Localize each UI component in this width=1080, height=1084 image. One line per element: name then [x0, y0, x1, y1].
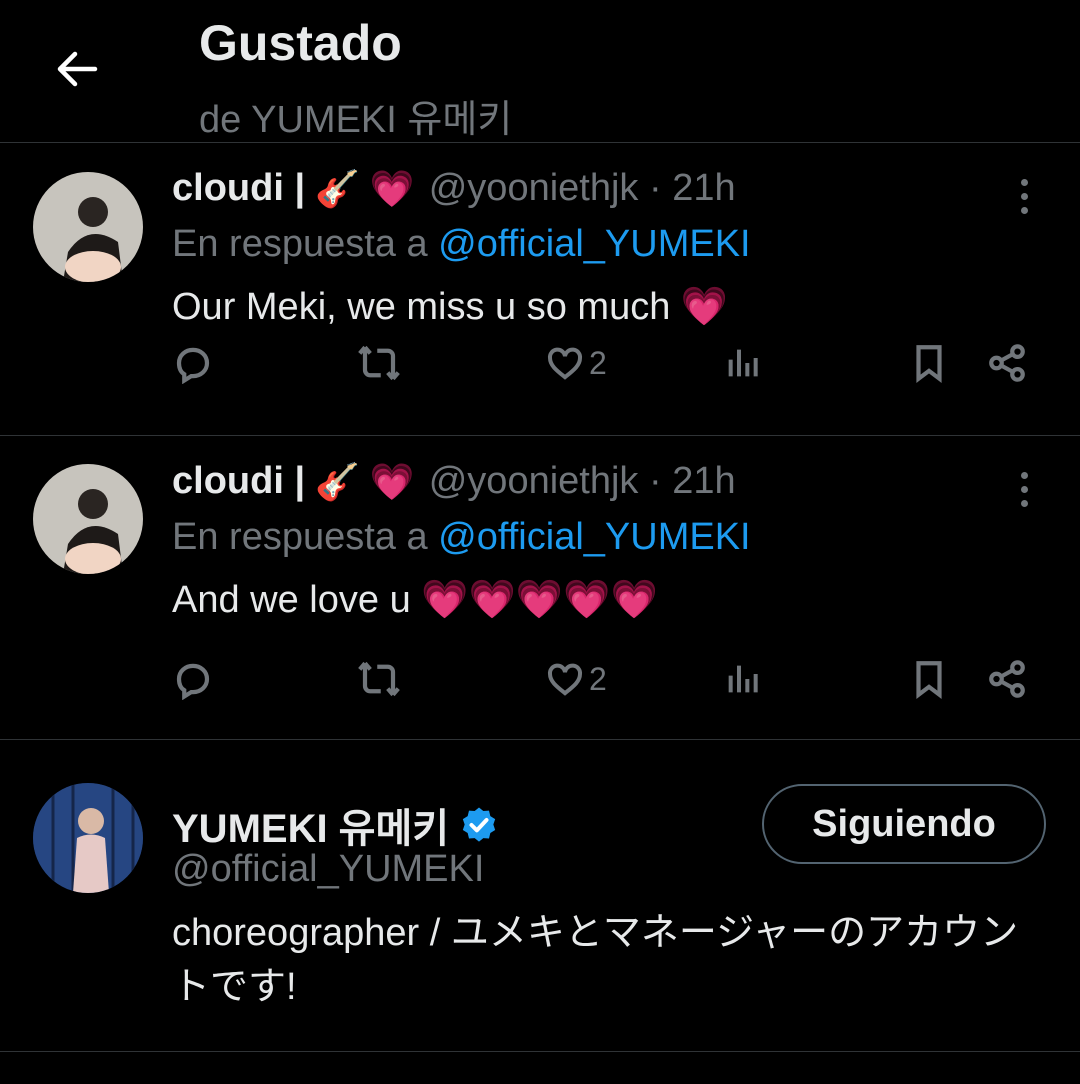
profile-avatar[interactable]: [33, 783, 143, 893]
retweet-button[interactable]: [356, 333, 402, 393]
page-title: Gustado: [199, 15, 402, 71]
avatar-image: [33, 464, 143, 574]
user-cell[interactable]: YUMEKI 유메키 @official_YUMEKI Siguiendo ch…: [0, 740, 1080, 1052]
share-button[interactable]: [986, 333, 1028, 393]
reply-mention-link[interactable]: @official_YUMEKI: [438, 516, 750, 558]
reply-icon: [176, 347, 210, 384]
bookmark-icon: [916, 345, 942, 383]
tweet[interactable]: cloudi | 🎸 💗 @yooniethjk · 21h En respue…: [0, 143, 1080, 436]
bookmark-icon: [916, 661, 942, 699]
reply-button[interactable]: [172, 333, 214, 393]
reply-mention-link[interactable]: @official_YUMEKI: [438, 223, 750, 265]
like-icon: [547, 347, 583, 380]
tweet-author-handle[interactable]: @yooniethjk · 21h: [429, 167, 736, 210]
tweet-author-handle[interactable]: @yooniethjk · 21h: [429, 460, 736, 503]
reply-context: En respuesta a @official_YUMEKI: [172, 516, 751, 559]
like-count: 2: [589, 660, 607, 697]
reply-context: En respuesta a @official_YUMEKI: [172, 223, 751, 266]
avatar[interactable]: [33, 172, 143, 282]
reply-button[interactable]: [172, 649, 214, 709]
like-button[interactable]: 2: [545, 649, 607, 709]
author-emojis: 🎸 💗: [315, 167, 415, 209]
like-icon: [547, 663, 583, 696]
more-icon[interactable]: [1004, 464, 1044, 514]
avatar[interactable]: [33, 464, 143, 574]
profile-handle[interactable]: @official_YUMEKI: [172, 848, 484, 891]
retweet-icon: [358, 661, 400, 697]
avatar-image: [33, 783, 143, 893]
like-count: 2: [589, 344, 607, 381]
reply-icon: [176, 663, 210, 700]
following-button[interactable]: Siguiendo: [762, 784, 1046, 864]
page-subtitle: de YUMEKI 유메키: [199, 99, 513, 141]
like-button[interactable]: 2: [545, 333, 607, 393]
profile-name-line: YUMEKI 유메키: [172, 796, 499, 854]
verified-badge-icon: [462, 807, 496, 842]
views-button[interactable]: [724, 333, 764, 393]
bookmark-button[interactable]: [908, 649, 950, 709]
page-header: Gustado de YUMEKI 유메키: [0, 0, 1080, 143]
tweet-text: And we love u 💗💗💗💗💗: [172, 579, 658, 621]
tweet-author-name[interactable]: cloudi |: [172, 460, 305, 503]
back-arrow-icon: [57, 51, 98, 87]
retweet-button[interactable]: [356, 649, 402, 709]
tweet[interactable]: cloudi | 🎸 💗 @yooniethjk · 21h En respue…: [0, 436, 1080, 740]
views-icon: [728, 349, 758, 377]
tweet-actions: 2: [0, 333, 1080, 393]
retweet-icon: [358, 345, 400, 381]
tweet-text: Our Meki, we miss u so much 💗: [172, 286, 729, 328]
avatar-image: [33, 172, 143, 282]
bookmark-button[interactable]: [908, 333, 950, 393]
profile-bio: choreographer / ユメキとマネージャーのアカウントです!: [172, 912, 1019, 1008]
more-icon[interactable]: [1004, 171, 1044, 221]
views-icon: [728, 665, 758, 693]
tweet-actions: 2: [0, 649, 1080, 709]
share-button[interactable]: [986, 649, 1028, 709]
back-button[interactable]: [44, 36, 110, 102]
views-button[interactable]: [724, 649, 764, 709]
tweet-author-name[interactable]: cloudi |: [172, 167, 305, 210]
share-icon: [989, 344, 1025, 382]
reply-prefix: En respuesta a: [172, 223, 439, 265]
reply-prefix: En respuesta a: [172, 516, 439, 558]
share-icon: [989, 660, 1025, 698]
author-emojis: 🎸 💗: [315, 460, 415, 502]
profile-name[interactable]: YUMEKI 유메키: [172, 796, 449, 854]
